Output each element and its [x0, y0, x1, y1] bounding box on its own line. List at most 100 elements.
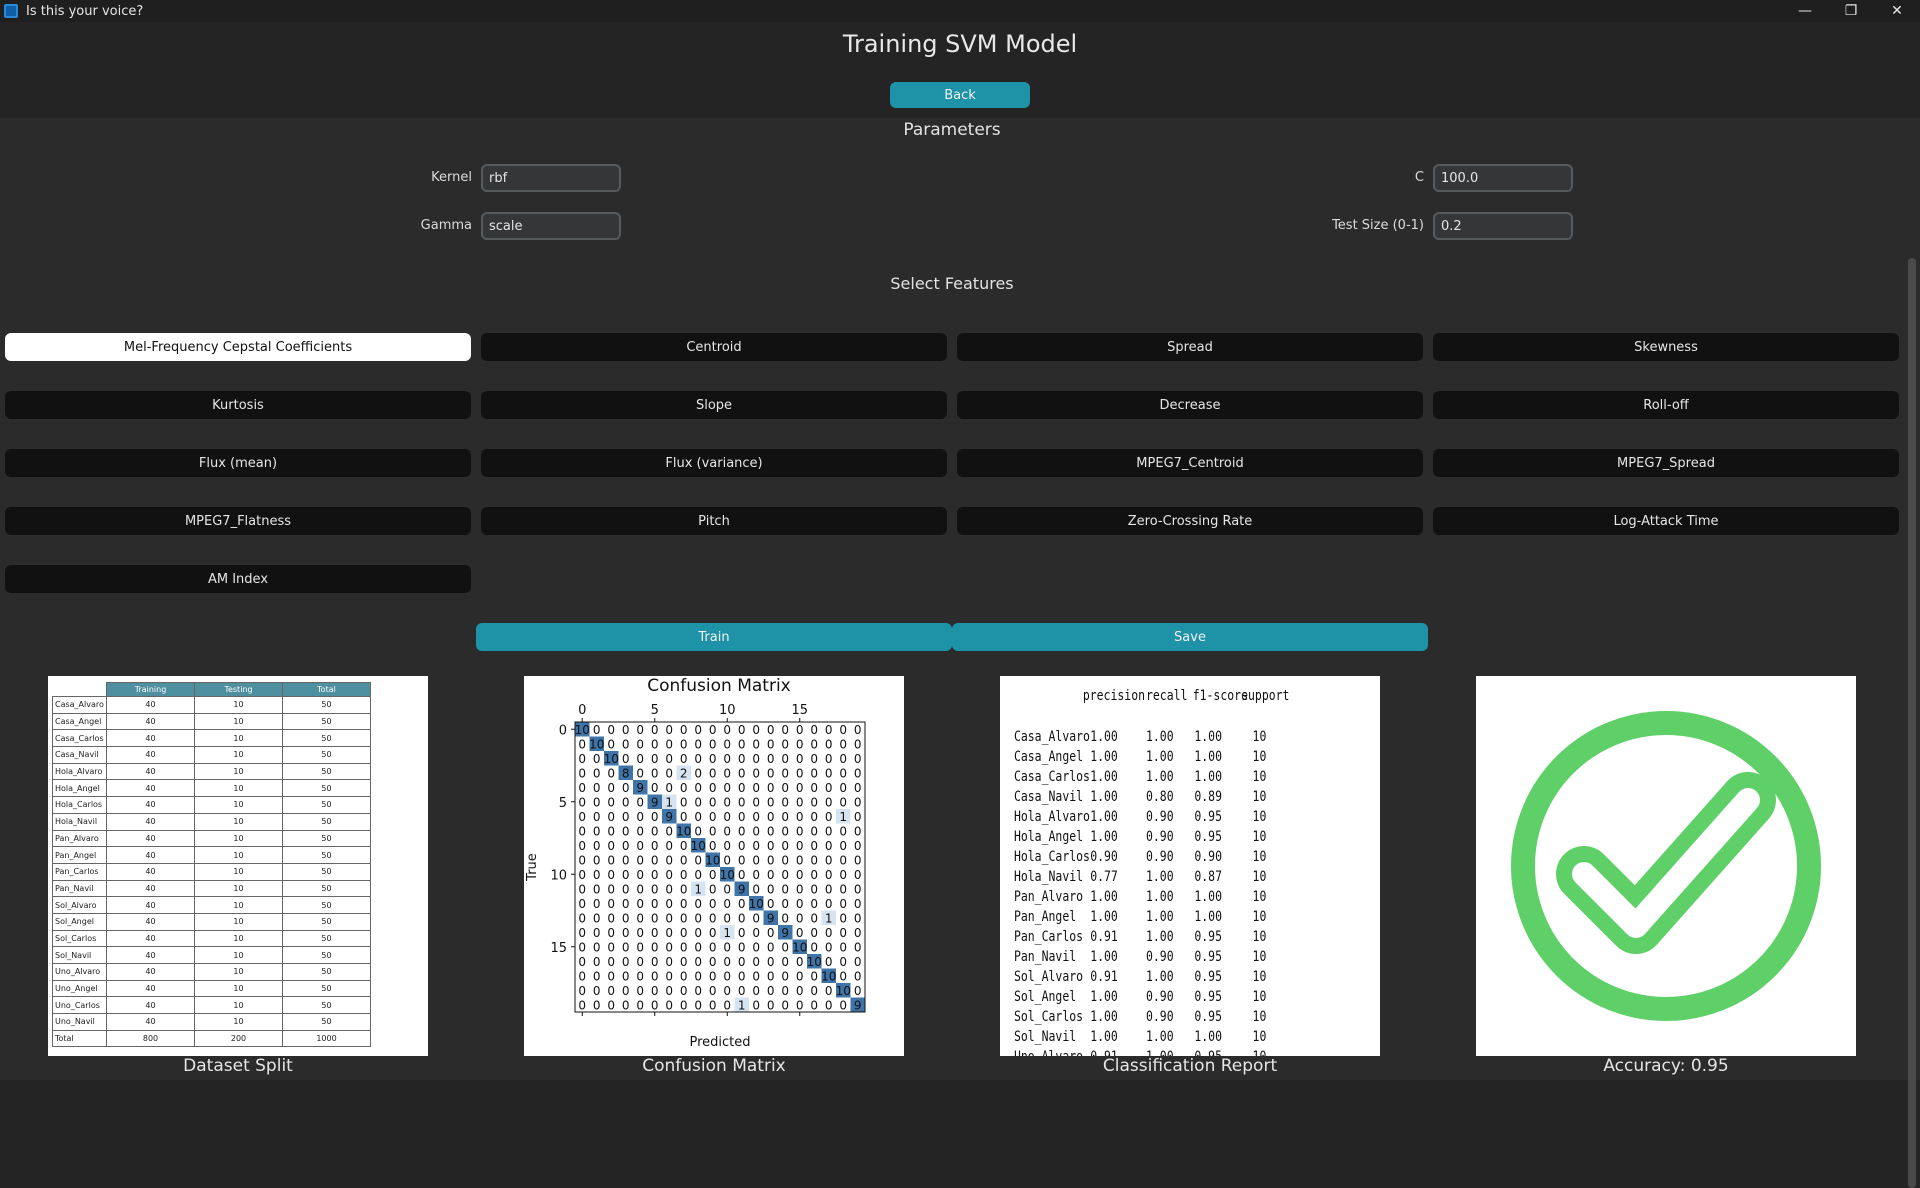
feature-button[interactable]: MPEG7_Centroid: [957, 449, 1423, 477]
cell-value: 0: [781, 824, 789, 838]
cell-value: 0: [665, 940, 673, 954]
table-cell: 10: [194, 729, 283, 748]
minimize-button[interactable]: —: [1782, 0, 1828, 22]
row-label: Uno_Alvaro: [52, 963, 107, 981]
table-cell: 50: [282, 1013, 371, 1031]
cell-value: 0: [781, 868, 789, 882]
gamma-input[interactable]: scale: [481, 212, 621, 240]
table-cell: 1000: [282, 1029, 371, 1048]
c-input[interactable]: 100.0: [1433, 164, 1573, 192]
feature-button[interactable]: Centroid: [481, 333, 947, 361]
feature-button[interactable]: Decrease: [957, 391, 1423, 419]
row-label: Casa_Carlos: [52, 729, 107, 748]
cell-value: 0: [694, 752, 702, 766]
table-cell: 10: [194, 746, 283, 764]
cell-value: 0: [781, 737, 789, 751]
cell-value: 0: [578, 737, 586, 751]
report-row: Hola_Angel 1.00 0.90 0.95 10: [1000, 829, 1312, 849]
feature-button[interactable]: MPEG7_Flatness: [5, 507, 471, 535]
save-button[interactable]: Save: [952, 623, 1428, 651]
row-label: Uno_Carlos: [52, 996, 107, 1015]
row-label: Total: [52, 1029, 107, 1048]
feature-button[interactable]: MPEG7_Spread: [1433, 449, 1899, 477]
back-button[interactable]: Back: [890, 82, 1030, 108]
table-cell: 40: [106, 712, 195, 731]
cell-value: 0: [752, 766, 760, 780]
table-cell: 40: [106, 796, 195, 814]
row-label: Sol_Navil: [52, 946, 107, 964]
cell-value: 9: [738, 882, 746, 896]
cell-value: 0: [651, 911, 659, 925]
table-cell: 40: [106, 779, 195, 798]
cell-value: 0: [767, 839, 775, 853]
feature-button[interactable]: Slope: [481, 391, 947, 419]
cell-value: 0: [665, 926, 673, 940]
cell-value: 0: [796, 723, 804, 737]
report-value: 10: [1252, 909, 1267, 925]
report-row: Hola_Alvaro 1.00 0.90 0.95 10: [1000, 809, 1312, 829]
table-cell: 40: [106, 996, 195, 1015]
report-value: 10: [1252, 849, 1267, 865]
report-header: recall: [1145, 688, 1188, 704]
cell-value: 0: [593, 723, 601, 737]
cell-value: 0: [825, 882, 833, 896]
cell-value: 0: [723, 810, 731, 824]
scrollbar-thumb[interactable]: [1908, 258, 1916, 1188]
report-value: 0.95: [1194, 969, 1222, 985]
feature-button[interactable]: Roll-off: [1433, 391, 1899, 419]
cell-value: 0: [752, 810, 760, 824]
feature-button[interactable]: Skewness: [1433, 333, 1899, 361]
cell-value: 0: [723, 766, 731, 780]
feature-button[interactable]: Spread: [957, 333, 1423, 361]
cell-value: 0: [665, 998, 673, 1012]
feature-button[interactable]: Flux (variance): [481, 449, 947, 477]
feature-button[interactable]: Flux (mean): [5, 449, 471, 477]
cell-value: 9: [665, 810, 673, 824]
cell-value: 0: [839, 723, 847, 737]
kernel-input[interactable]: rbf: [481, 164, 621, 192]
cell-value: 0: [767, 940, 775, 954]
table-cell: 40: [106, 912, 195, 931]
report-value: 1.00: [1146, 1049, 1174, 1056]
table-cell: 10: [194, 963, 283, 981]
table-cell: 40: [106, 696, 195, 714]
scrollbar[interactable]: [1904, 118, 1920, 1188]
cell-value: 0: [578, 795, 586, 809]
cell-value: 0: [680, 911, 688, 925]
cell-value: 0: [825, 955, 833, 969]
report-value: 0.87: [1194, 869, 1222, 885]
cell-value: 0: [622, 853, 630, 867]
cell-value: 0: [593, 998, 601, 1012]
cell-value: 0: [854, 752, 862, 766]
cell-value: 0: [636, 723, 644, 737]
cell-value: 0: [781, 723, 789, 737]
feature-button[interactable]: Pitch: [481, 507, 947, 535]
row-label: Pan_Angel: [52, 846, 107, 864]
test-size-input[interactable]: 0.2: [1433, 212, 1573, 240]
close-button[interactable]: ✕: [1874, 0, 1920, 22]
report-class-label: Sol_Navil: [1013, 1029, 1077, 1045]
cell-value: 0: [810, 984, 818, 998]
feature-button[interactable]: AM Index: [5, 565, 471, 593]
feature-button[interactable]: Mel-Frequency Cepstal Coefficients: [5, 333, 471, 361]
cell-value: 0: [636, 868, 644, 882]
table-cell: 50: [282, 796, 371, 814]
train-button[interactable]: Train: [476, 623, 952, 651]
feature-button[interactable]: Log-Attack Time: [1433, 507, 1899, 535]
report-row: Uno_Alvaro 0.91 1.00 0.95 10: [1000, 1049, 1312, 1056]
table-cell: 10: [194, 796, 283, 814]
feature-button[interactable]: Zero-Crossing Rate: [957, 507, 1423, 535]
table-row: Pan_Carlos 40 10 50: [52, 862, 371, 881]
cell-value: 0: [796, 969, 804, 983]
cell-value: 0: [738, 752, 746, 766]
cell-value: 0: [694, 737, 702, 751]
cell-value: 0: [839, 926, 847, 940]
accuracy-image: [1476, 676, 1856, 1056]
report-value: 0.95: [1194, 1009, 1222, 1025]
table-cell: 200: [194, 1029, 283, 1048]
cell-value: 0: [767, 853, 775, 867]
feature-button[interactable]: Kurtosis: [5, 391, 471, 419]
restore-button[interactable]: ❐: [1828, 0, 1874, 22]
cell-value: 0: [738, 984, 746, 998]
cell-value: 0: [593, 795, 601, 809]
